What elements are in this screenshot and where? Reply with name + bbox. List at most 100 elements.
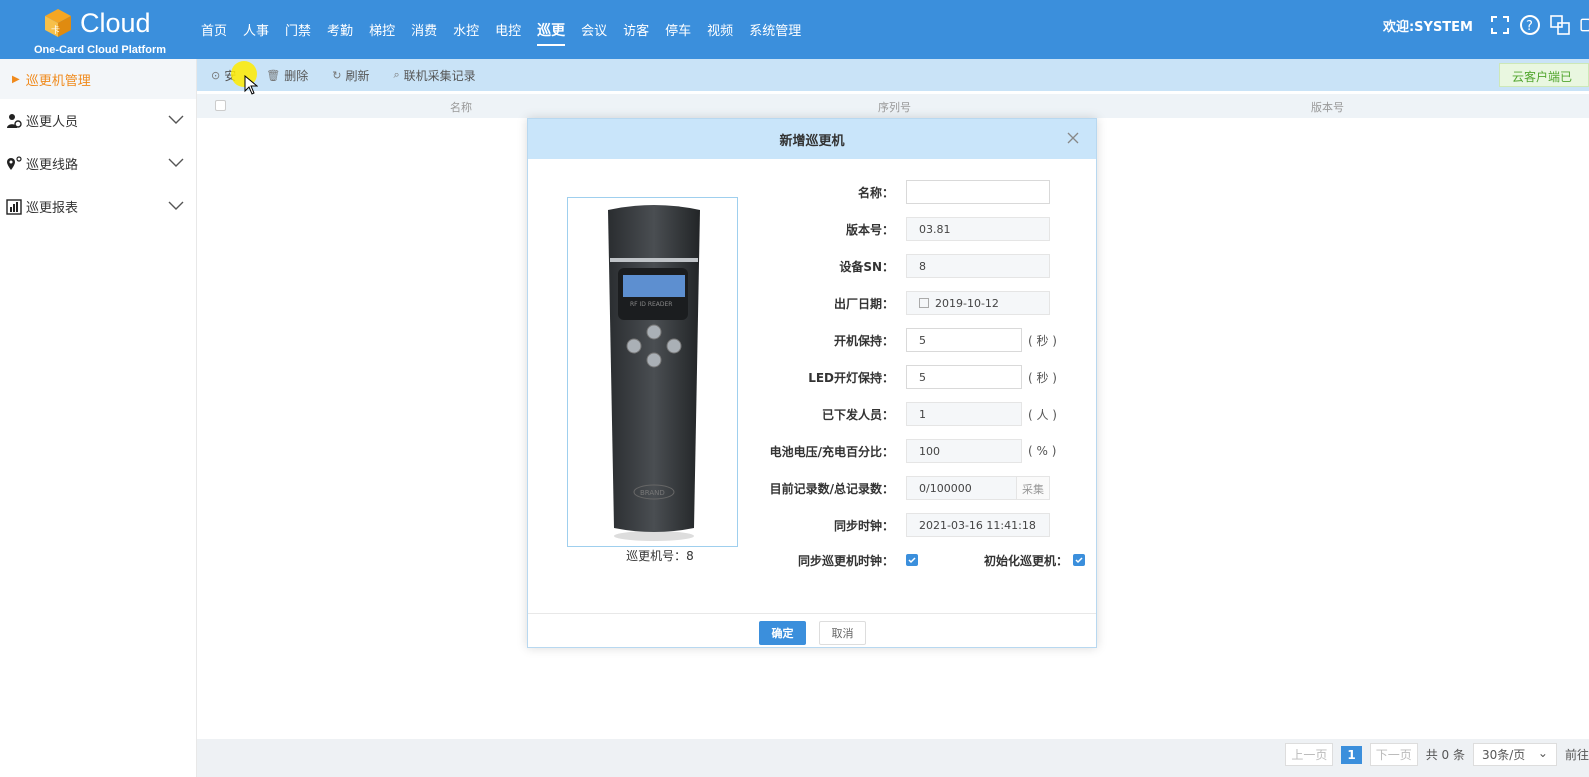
nav-item-access[interactable]: 门禁 bbox=[285, 16, 311, 43]
dialog-title: 新增巡更机 bbox=[779, 133, 845, 149]
form-row-boot-hold: 开机保持： 5 ( 秒 ) bbox=[728, 327, 1057, 353]
route-icon bbox=[7, 155, 22, 170]
delete-button[interactable]: 🗑 删除 bbox=[266, 67, 308, 84]
sidebar-head[interactable]: ▶ 巡更机管理 bbox=[0, 59, 196, 99]
form-row-version: 版本号： 03.81 bbox=[728, 216, 1050, 242]
add-patrol-device-dialog: 新增巡更机 RF ID READER BRAND 巡更机号：8 名称： 版本号：… bbox=[527, 118, 1097, 648]
column-header-name[interactable]: 名称 bbox=[450, 99, 472, 115]
form-row-sn: 设备SN： 8 bbox=[728, 253, 1050, 279]
nav-item-video[interactable]: 视频 bbox=[707, 16, 733, 43]
column-header-version[interactable]: 版本号 bbox=[1311, 99, 1344, 115]
sidebar-item-patrol-staff[interactable]: 巡更人员 bbox=[0, 99, 196, 142]
pagination: 上一页 1 下一页 共 0 条 30条/页 ⌄ 前往 bbox=[1285, 743, 1589, 766]
confirm-button[interactable]: 确定 bbox=[759, 621, 806, 645]
sidebar-item-patrol-route[interactable]: 巡更线路 bbox=[0, 142, 196, 185]
nav-item-electric[interactable]: 电控 bbox=[495, 16, 521, 43]
records-field: 0/100000 采集 bbox=[906, 476, 1050, 500]
battery-label: 电池电压/充电百分比： bbox=[769, 444, 894, 459]
search-icon: ⌕ bbox=[393, 68, 400, 81]
nav-item-visitor[interactable]: 访客 bbox=[623, 16, 649, 43]
nav-item-parking[interactable]: 停车 bbox=[665, 16, 691, 43]
sidebar-item-label: 巡更报表 bbox=[26, 201, 79, 216]
boot-hold-label: 开机保持： bbox=[833, 333, 894, 348]
top-bar: 卡 Cloud One-Card Cloud Platform 首页 人事 门禁… bbox=[0, 0, 1589, 59]
nav-item-personnel[interactable]: 人事 bbox=[243, 16, 269, 43]
led-hold-unit: ( 秒 ) bbox=[1028, 370, 1057, 385]
name-label: 名称： bbox=[857, 185, 894, 200]
main-nav: 首页 人事 门禁 考勤 梯控 消费 水控 电控 巡更 会议 访客 停车 视频 系… bbox=[193, 0, 809, 59]
nav-item-home[interactable]: 首页 bbox=[201, 16, 227, 43]
date-value: 2019-10-12 bbox=[935, 296, 999, 310]
current-page[interactable]: 1 bbox=[1341, 745, 1362, 764]
issued-field: 1 bbox=[906, 402, 1022, 426]
form-row-issued: 已下发人员： 1 ( 人 ) bbox=[728, 401, 1057, 427]
form-row-clock: 同步时钟： 2021-03-16 11:41:18 bbox=[728, 512, 1050, 538]
mouse-cursor-icon bbox=[244, 75, 258, 95]
collect-records-label: 联机采集记录 bbox=[403, 68, 476, 83]
nav-item-water[interactable]: 水控 bbox=[453, 16, 479, 43]
name-input[interactable] bbox=[906, 180, 1050, 204]
form-row-records: 目前记录数/总记录数： 0/100000 采集 bbox=[728, 475, 1050, 501]
nav-item-meeting[interactable]: 会议 bbox=[581, 16, 607, 43]
column-header-serial[interactable]: 序列号 bbox=[878, 99, 911, 115]
device-image: RF ID READER BRAND bbox=[567, 197, 738, 547]
nav-item-system[interactable]: 系统管理 bbox=[749, 16, 801, 43]
refresh-icon: ↻ bbox=[332, 68, 342, 82]
fullscreen-icon[interactable] bbox=[1489, 14, 1511, 36]
sync-clock-label: 同步巡更机时钟： bbox=[797, 553, 894, 568]
caret-right-icon: ▶ bbox=[12, 73, 20, 85]
clock-label: 同步时钟： bbox=[833, 518, 894, 533]
led-hold-input[interactable]: 5 bbox=[906, 365, 1022, 389]
form-row-battery: 电池电压/充电百分比： 100 ( % ) bbox=[728, 438, 1056, 464]
user-menu-icon[interactable] bbox=[1579, 14, 1589, 36]
chevron-down-icon bbox=[168, 201, 184, 210]
help-icon[interactable]: ? bbox=[1519, 14, 1541, 36]
check-icon bbox=[908, 557, 916, 564]
goto-label: 前往 bbox=[1564, 748, 1589, 762]
report-icon bbox=[6, 198, 22, 215]
refresh-button[interactable]: ↻ 刷新 bbox=[332, 67, 369, 84]
sn-label: 设备SN： bbox=[839, 259, 894, 274]
prev-page-button[interactable]: 上一页 bbox=[1285, 743, 1334, 766]
table-footer: 上一页 1 下一页 共 0 条 30条/页 ⌄ 前往 bbox=[197, 739, 1589, 777]
close-icon[interactable] bbox=[1066, 131, 1080, 145]
chevron-down-icon: ⌄ bbox=[1537, 746, 1548, 760]
page-size-select[interactable]: 30条/页 ⌄ bbox=[1472, 743, 1557, 766]
nav-item-patrol[interactable]: 巡更 bbox=[537, 16, 566, 46]
device-brand-text: BRAND bbox=[640, 489, 665, 497]
sync-clock-checkbox[interactable] bbox=[906, 554, 918, 566]
sidebar-item-patrol-report[interactable]: 巡更报表 bbox=[0, 185, 196, 228]
init-label: 初始化巡更机： bbox=[983, 553, 1068, 568]
init-checkbox[interactable] bbox=[1073, 554, 1085, 566]
next-page-button[interactable]: 下一页 bbox=[1369, 743, 1418, 766]
nav-item-consumption[interactable]: 消费 bbox=[411, 16, 437, 43]
collect-records-button[interactable]: ⌕ 联机采集记录 bbox=[393, 67, 475, 84]
svg-text:?: ? bbox=[1526, 19, 1533, 34]
calendar-icon bbox=[919, 298, 929, 308]
language-icon[interactable] bbox=[1549, 14, 1571, 36]
nav-item-attendance[interactable]: 考勤 bbox=[327, 16, 353, 43]
device-number-caption: 巡更机号：8 bbox=[626, 549, 694, 563]
sidebar-item-label: 巡更人员 bbox=[26, 115, 79, 130]
collect-button[interactable]: 采集 bbox=[1016, 477, 1049, 499]
plus-circle-icon: ⊙ bbox=[211, 68, 221, 82]
device-screen-text: RF ID READER bbox=[630, 301, 672, 308]
version-label: 版本号： bbox=[845, 222, 894, 237]
nav-item-elevator[interactable]: 梯控 bbox=[369, 16, 395, 43]
date-label: 出厂日期： bbox=[833, 296, 894, 311]
dialog-footer: 确定 取消 bbox=[528, 613, 1096, 649]
cloud-client-badge[interactable]: 云客户端已 bbox=[1499, 63, 1589, 87]
cancel-button[interactable]: 取消 bbox=[819, 621, 866, 645]
logo-text: Cloud bbox=[80, 8, 151, 38]
select-all-checkbox[interactable] bbox=[215, 100, 226, 111]
sidebar-item-label: 巡更线路 bbox=[26, 158, 79, 173]
form-row-name: 名称： bbox=[728, 179, 1050, 205]
records-value: 0/100000 bbox=[919, 481, 972, 495]
boot-hold-input[interactable]: 5 bbox=[906, 328, 1022, 352]
patrol-device-illustration: RF ID READER BRAND bbox=[608, 205, 700, 541]
led-hold-label: LED开灯保持： bbox=[808, 370, 894, 385]
records-label: 目前记录数/总记录数： bbox=[769, 481, 894, 496]
logo[interactable]: 卡 Cloud One-Card Cloud Platform bbox=[30, 6, 170, 56]
form-row-led-hold: LED开灯保持： 5 ( 秒 ) bbox=[728, 364, 1057, 390]
delete-button-label: 删除 bbox=[284, 68, 309, 83]
